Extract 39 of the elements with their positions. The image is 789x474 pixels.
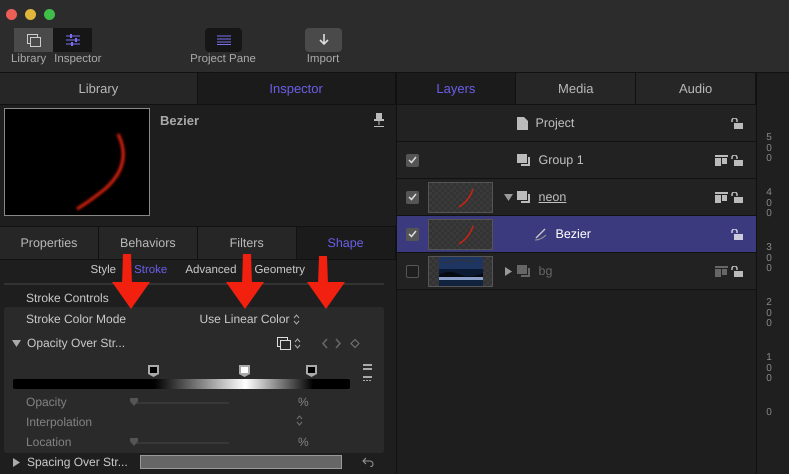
layer-name: Project: [536, 116, 574, 130]
field-label: Interpolation: [26, 415, 92, 429]
layer-row[interactable]: neon: [396, 179, 756, 216]
section-title: Stroke Controls: [25, 290, 110, 307]
layer-name: bg: [538, 264, 552, 278]
field-label: Opacity: [26, 395, 67, 409]
panel-tab[interactable]: Library: [0, 73, 198, 104]
unit-label: %: [298, 395, 309, 409]
subtab[interactable]: Geometry: [254, 264, 305, 276]
toolbar-label: Project Pane: [190, 53, 256, 65]
ruler-label: 300: [765, 243, 773, 276]
subtab[interactable]: Advanced: [185, 264, 236, 276]
ruler-label: 400: [765, 188, 773, 221]
ruler-label: 200: [765, 298, 773, 331]
layer-row[interactable]: Group 1: [396, 142, 756, 179]
property-tab[interactable]: Behaviors: [98, 227, 198, 259]
popup-value[interactable]: Use Linear Color: [199, 312, 290, 326]
field-label: Stroke Color Mode: [26, 312, 126, 326]
layer-name: Group 1: [538, 153, 584, 167]
field-label: Spacing Over Str...: [27, 455, 128, 469]
panel-tab[interactable]: Audio: [636, 73, 756, 104]
panel-tab[interactable]: Media: [516, 73, 636, 104]
layer-name: Bezier: [556, 227, 591, 241]
toolbar-label: Library: [11, 53, 46, 65]
field-label: Opacity Over Str...: [27, 336, 126, 350]
layer-row[interactable]: Project: [396, 105, 756, 142]
subtab[interactable]: Style: [90, 264, 116, 276]
property-tab[interactable]: Properties: [0, 227, 99, 259]
ruler-label: 500: [765, 133, 773, 166]
property-tab[interactable]: Filters: [198, 227, 297, 259]
field-label: Location: [26, 435, 72, 449]
toolbar-label: Import: [306, 53, 340, 65]
layer-name: neon: [538, 190, 566, 204]
toolbar-label: Inspector: [54, 53, 102, 65]
unit-label: %: [298, 435, 309, 449]
ruler-label: 100: [765, 353, 773, 386]
layer-row[interactable]: Bezier: [396, 216, 756, 253]
ruler-label: 0: [765, 408, 773, 420]
object-title: Bezier: [160, 113, 200, 130]
